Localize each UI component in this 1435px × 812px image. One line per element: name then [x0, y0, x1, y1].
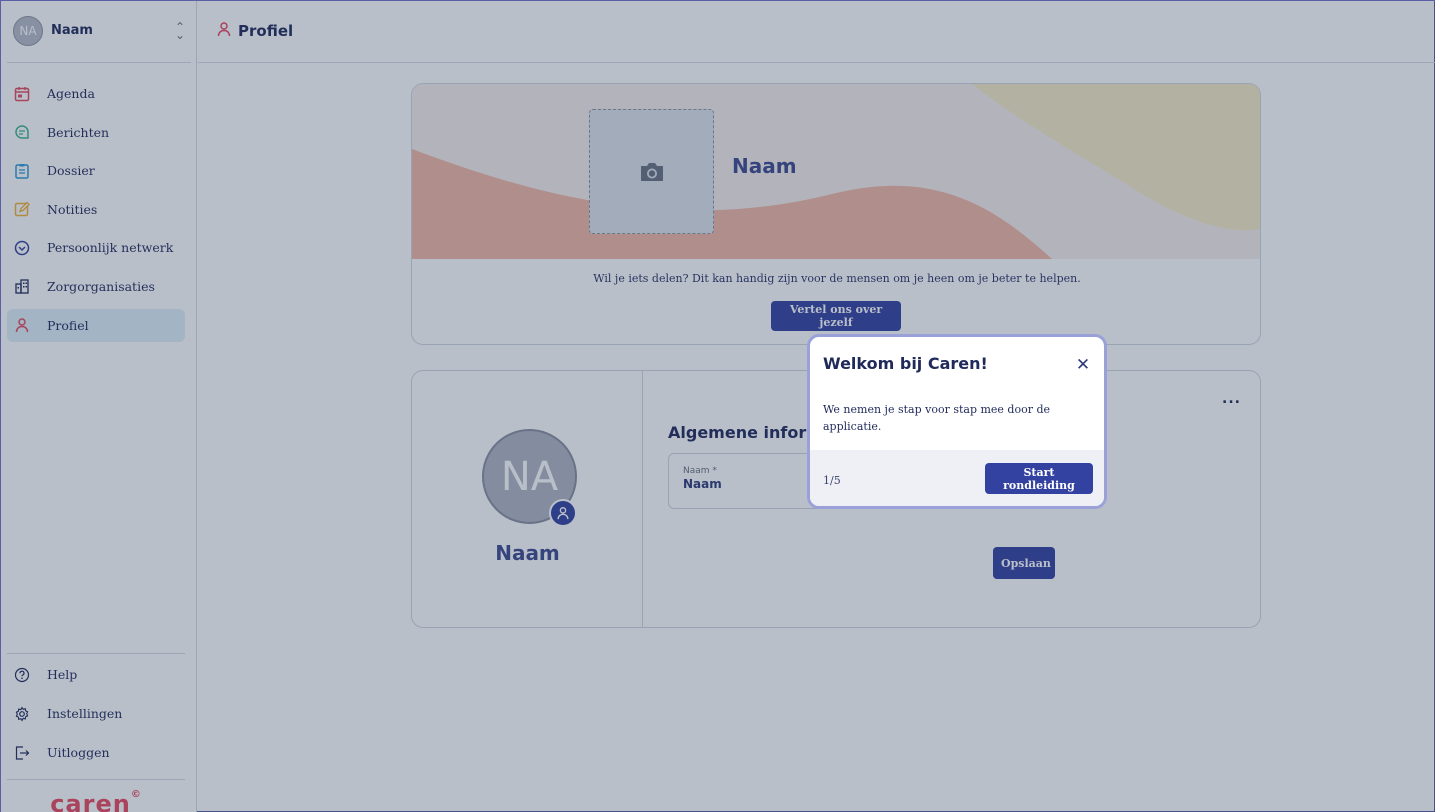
sidebar-item-persoonlijk-netwerk[interactable]: Persoonlijk netwerk	[7, 231, 185, 264]
sidebar-item-label: Agenda	[47, 86, 95, 101]
building-icon	[13, 277, 31, 295]
popover-title: Welkom bij Caren!	[823, 354, 988, 373]
user-badge-icon	[549, 499, 577, 527]
user-name: Naam	[51, 23, 93, 38]
step-counter: 1/5	[823, 474, 841, 487]
sidebar-item-dossier[interactable]: Dossier	[7, 154, 185, 187]
hero-name: Naam	[732, 154, 797, 178]
chevron-up-down-icon: ⌃ ⌄	[174, 19, 185, 42]
more-options-button[interactable]: ...	[1222, 391, 1241, 407]
sidebar-item-profiel[interactable]: Profiel	[7, 308, 185, 342]
sidebar-item-zorgorganisaties[interactable]: Zorgorganisaties	[7, 270, 185, 303]
close-icon[interactable]: ✕	[1073, 355, 1093, 375]
profile-avatar-column: NA Naam	[412, 371, 643, 627]
avatar: NA	[13, 15, 43, 46]
popover-footer: 1/5 Start rondleiding	[810, 450, 1104, 506]
sidebar-footer-nav: Help Instellingen Uitloggen	[7, 653, 185, 775]
person-icon	[13, 316, 31, 334]
app-window: NA Naam ⌃ ⌄ Agenda Berichten Dossier Not…	[0, 0, 1435, 812]
sidebar-item-label: Uitloggen	[47, 745, 110, 760]
edit-icon	[13, 200, 31, 218]
help-icon	[13, 666, 31, 684]
start-tour-button[interactable]: Start rondleiding	[985, 463, 1093, 494]
hero-waves	[412, 84, 1260, 259]
sidebar-item-berichten[interactable]: Berichten	[7, 116, 185, 149]
calendar-icon	[13, 85, 31, 103]
profile-hero-card: Naam Wil je iets delen? Dit kan handig z…	[411, 83, 1261, 345]
sidebar-item-instellingen[interactable]: Instellingen	[7, 697, 185, 730]
sidebar-item-label: Dossier	[47, 163, 95, 179]
sidebar-item-label: Instellingen	[47, 706, 123, 721]
sidebar-item-uitloggen[interactable]: Uitloggen	[7, 736, 185, 769]
clipboard-icon	[13, 162, 31, 180]
page-title: Profiel	[238, 21, 294, 40]
main-nav: Agenda Berichten Dossier Notities Persoo…	[7, 77, 185, 347]
tour-popover: Welkom bij Caren! ✕ We nemen je stap voo…	[807, 334, 1107, 509]
sidebar-item-label: Help	[47, 667, 78, 682]
profile-name: Naam	[495, 541, 560, 565]
sidebar: NA Naam ⌃ ⌄ Agenda Berichten Dossier Not…	[1, 1, 197, 812]
popover-body: We nemen je stap voor stap mee door de a…	[823, 403, 1051, 433]
save-button[interactable]: Opslaan	[993, 547, 1055, 579]
camera-icon	[640, 162, 663, 181]
user-switcher[interactable]: NA Naam ⌃ ⌄	[7, 11, 191, 63]
hero-description: Wil je iets delen? Dit kan handig zijn v…	[593, 272, 1081, 285]
sidebar-item-label: Profiel	[47, 317, 89, 333]
sidebar-item-agenda[interactable]: Agenda	[7, 77, 185, 110]
page-header: Profiel	[198, 11, 1435, 63]
logo-wordmark: caren©	[50, 789, 142, 812]
sidebar-item-notities[interactable]: Notities	[7, 193, 185, 226]
sidebar-item-label: Zorgorganisaties	[47, 278, 155, 294]
person-icon	[216, 21, 232, 41]
network-icon	[13, 239, 31, 257]
gear-icon	[13, 705, 31, 723]
tell-about-yourself-button[interactable]: Vertel ons over jezelf	[771, 301, 901, 331]
brand-logo: caren©	[7, 779, 185, 812]
sidebar-item-help[interactable]: Help	[7, 658, 185, 691]
photo-upload[interactable]	[589, 109, 714, 234]
hero-background	[412, 84, 1260, 259]
sidebar-item-label: Berichten	[47, 124, 110, 140]
logout-icon	[13, 744, 31, 762]
chat-icon	[13, 123, 31, 141]
sidebar-item-label: Notities	[47, 201, 98, 217]
sidebar-item-label: Persoonlijk netwerk	[47, 240, 174, 256]
